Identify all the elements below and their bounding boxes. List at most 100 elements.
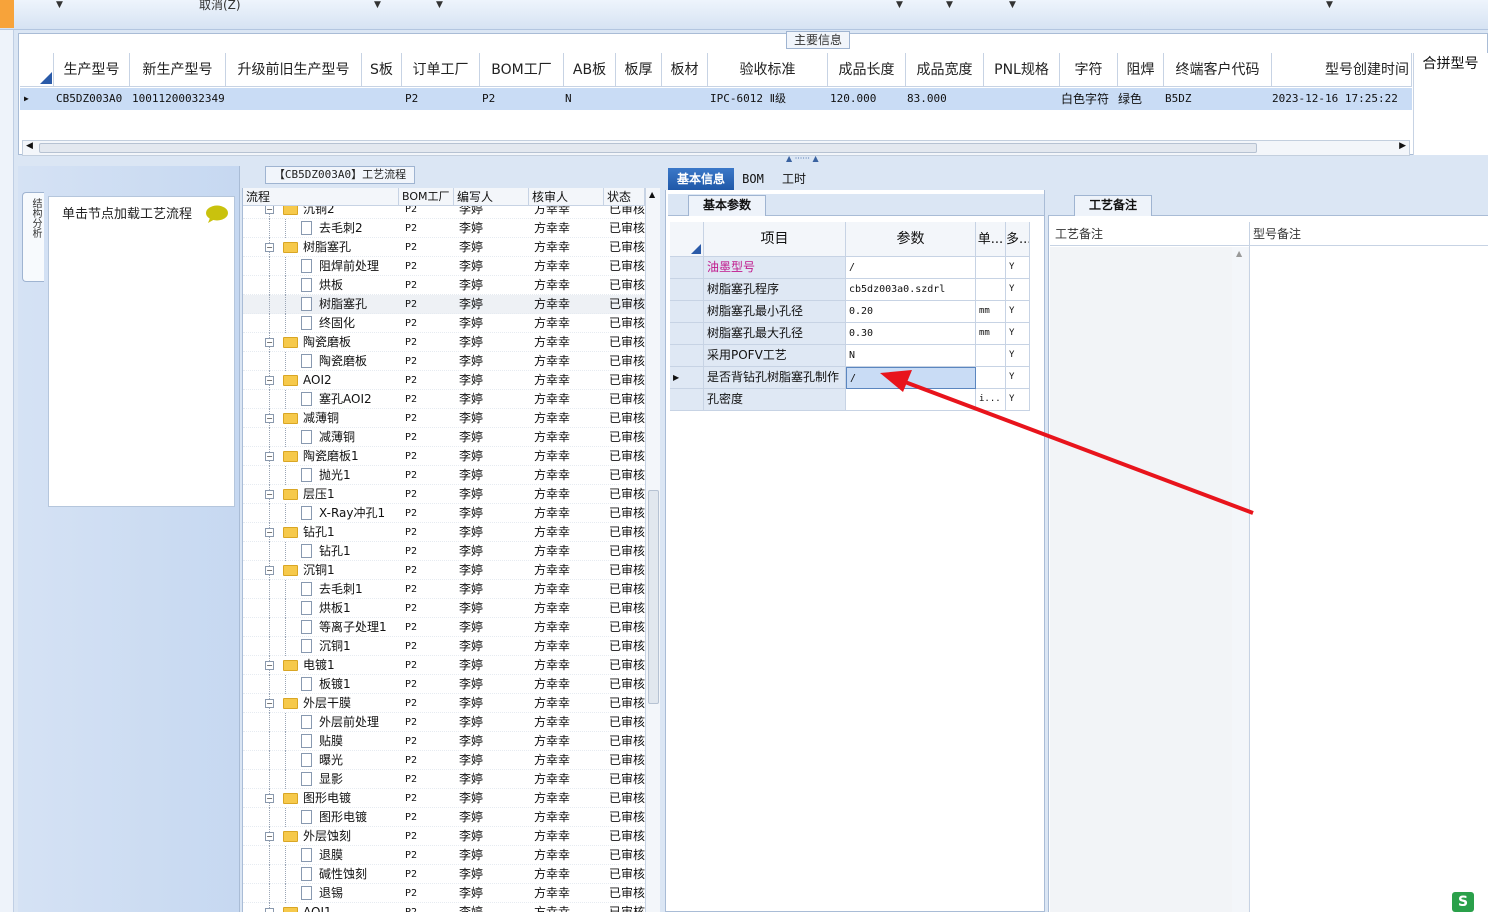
col-header[interactable]: 订单工厂	[402, 53, 480, 87]
param-row[interactable]: 孔密度 i... Y	[670, 389, 1042, 411]
tree-row[interactable]: 等离子处理1 P2 李婷 方幸幸 已审核	[243, 618, 645, 637]
col-header[interactable]: 单...	[976, 222, 1006, 257]
param-value-input[interactable]: /	[846, 257, 976, 279]
tree-node-label[interactable]: 贴膜	[319, 732, 343, 751]
tree-node-label[interactable]: 等离子处理1	[319, 618, 387, 637]
tree-node-label[interactable]: 陶瓷磨板	[319, 352, 367, 371]
tree-row[interactable]: 树脂塞孔 P2 李婷 方幸幸 已审核	[243, 295, 645, 314]
tree-node-label[interactable]: 曝光	[319, 751, 343, 770]
collapse-up-icon[interactable]: ▲ ······ ▲	[786, 154, 819, 163]
tree-row[interactable]: 塞孔AOI2 P2 李婷 方幸幸 已审核	[243, 390, 645, 409]
tree-node-label[interactable]: 图形电镀	[303, 789, 351, 808]
dropdown-arrow-icon[interactable]: ▼	[374, 0, 381, 10]
tree-node-label[interactable]: 外层蚀刻	[303, 827, 351, 846]
tree-row[interactable]: − AOI2 P2 李婷 方幸幸 已审核	[243, 371, 645, 390]
tree-row[interactable]: 阻焊前处理 P2 李婷 方幸幸 已审核	[243, 257, 645, 276]
tree-node-label[interactable]: 去毛刺1	[319, 580, 363, 599]
tree-row[interactable]: 烘板1 P2 李婷 方幸幸 已审核	[243, 599, 645, 618]
tree-row[interactable]: − 沉铜1 P2 李婷 方幸幸 已审核	[243, 561, 645, 580]
tree-row[interactable]: − 减薄铜 P2 李婷 方幸幸 已审核	[243, 409, 645, 428]
tree-node-label[interactable]: 外层前处理	[319, 713, 379, 732]
tree-row[interactable]: − 层压1 P2 李婷 方幸幸 已审核	[243, 485, 645, 504]
tree-row[interactable]: − 树脂塞孔 P2 李婷 方幸幸 已审核	[243, 238, 645, 257]
param-value-input[interactable]	[846, 389, 976, 411]
scroll-thumb[interactable]	[39, 143, 1257, 153]
tree-row[interactable]: 退锡 P2 李婷 方幸幸 已审核	[243, 884, 645, 903]
tree-row[interactable]: − 钻孔1 P2 李婷 方幸幸 已审核	[243, 523, 645, 542]
tree-node-label[interactable]: 烘板1	[319, 599, 351, 618]
collapse-toggle-icon[interactable]: −	[265, 490, 274, 499]
tree-row[interactable]: − 外层干膜 P2 李婷 方幸幸 已审核	[243, 694, 645, 713]
tree-node-label[interactable]: 塞孔AOI2	[319, 390, 372, 409]
dropdown-arrow-icon[interactable]: ▼	[946, 0, 953, 10]
scroll-thumb[interactable]	[648, 490, 659, 704]
col-header[interactable]: 新生产型号	[130, 53, 226, 87]
tab-basic-info[interactable]: 基本信息	[668, 168, 734, 190]
tree-row[interactable]: 去毛刺1 P2 李婷 方幸幸 已审核	[243, 580, 645, 599]
tree-node-label[interactable]: 减薄铜	[319, 428, 355, 447]
col-header[interactable]: 成品宽度	[906, 53, 984, 87]
col-header[interactable]: 项目	[704, 222, 846, 257]
tree-node-label[interactable]: 树脂塞孔	[319, 295, 367, 314]
tree-node-label[interactable]: 减薄铜	[303, 409, 339, 428]
tree-row[interactable]: − 沉铜2 P2 李婷 方幸幸 已审核	[243, 206, 645, 219]
collapse-toggle-icon[interactable]: −	[265, 794, 274, 803]
col-header[interactable]: 编写人	[454, 188, 529, 206]
tree-node-label[interactable]: AOI2	[303, 371, 332, 390]
collapse-toggle-icon[interactable]: −	[265, 338, 274, 347]
scroll-up-icon[interactable]: ▲	[649, 190, 655, 199]
col-header[interactable]: BOM工厂	[480, 53, 564, 87]
dropdown-arrow-icon[interactable]: ▼	[1009, 0, 1016, 10]
param-row[interactable]: 树脂塞孔程序 cb5dz003a0.szdrl Y	[670, 279, 1042, 301]
tree-node-label[interactable]: 阻焊前处理	[319, 257, 379, 276]
tree-row[interactable]: 贴膜 P2 李婷 方幸幸 已审核	[243, 732, 645, 751]
tree-node-label[interactable]: 电镀1	[303, 656, 335, 675]
scroll-left-icon[interactable]: ◀	[26, 141, 33, 151]
col-header[interactable]: PNL规格	[984, 53, 1060, 87]
tab-hours[interactable]: 工时	[776, 168, 812, 190]
table-row[interactable]: ▶ CB5DZ003A0 10011200032349 P2 P2 N IPC-…	[20, 88, 1412, 110]
col-header[interactable]: 升级前旧生产型号	[226, 53, 362, 87]
tree-row[interactable]: − 外层蚀刻 P2 李婷 方幸幸 已审核	[243, 827, 645, 846]
col-header[interactable]: S板	[362, 53, 402, 87]
dropdown-arrow-icon[interactable]: ▼	[436, 0, 443, 10]
tree-row[interactable]: 陶瓷磨板 P2 李婷 方幸幸 已审核	[243, 352, 645, 371]
col-header[interactable]: AB板	[564, 53, 616, 87]
cell-new-model[interactable]: 10011200032349	[132, 88, 225, 110]
col-header[interactable]: 状态	[604, 188, 645, 206]
tree-row[interactable]: 减薄铜 P2 李婷 方幸幸 已审核	[243, 428, 645, 447]
tree-node-label[interactable]: 外层干膜	[303, 694, 351, 713]
tree-node-label[interactable]: 终固化	[319, 314, 355, 333]
tree-row[interactable]: 曝光 P2 李婷 方幸幸 已审核	[243, 751, 645, 770]
param-row[interactable]: 树脂塞孔最小孔径 0.20 mm Y	[670, 301, 1042, 323]
scroll-right-icon[interactable]: ▶	[1399, 141, 1406, 151]
tree-node-label[interactable]: 钻孔1	[319, 542, 351, 561]
collapse-toggle-icon[interactable]: −	[265, 832, 274, 841]
dropdown-arrow-icon[interactable]: ▼	[896, 0, 903, 10]
param-value-input[interactable]: /	[846, 367, 976, 389]
tree-node-label[interactable]: 碱性蚀刻	[319, 865, 367, 884]
param-row[interactable]: 树脂塞孔最大孔径 0.30 mm Y	[670, 323, 1042, 345]
cell-length[interactable]: 120.000	[830, 88, 876, 110]
cell-customer-code[interactable]: B5DZ	[1165, 88, 1192, 110]
cell-solder-mask[interactable]: 绿色	[1118, 88, 1142, 110]
collapse-toggle-icon[interactable]: −	[265, 376, 274, 385]
param-value-input[interactable]: 0.30	[846, 323, 976, 345]
tree-node-label[interactable]: 退锡	[319, 884, 343, 903]
collapse-toggle-icon[interactable]: −	[265, 566, 274, 575]
collapse-toggle-icon[interactable]: −	[265, 206, 274, 214]
col-header[interactable]: 合拼型号	[1413, 53, 1488, 75]
cell-acceptance[interactable]: IPC-6012 Ⅱ级	[710, 88, 786, 110]
param-value-input[interactable]: 0.20	[846, 301, 976, 323]
process-remarks-textarea[interactable]	[1050, 247, 1249, 912]
tab-bom[interactable]: BOM	[738, 168, 768, 190]
cell-silkscreen[interactable]: 白色字符	[1061, 88, 1109, 110]
dropdown-arrow-icon[interactable]: ▼	[56, 0, 63, 10]
tree-node-label[interactable]: 显影	[319, 770, 343, 789]
tray-app-icon[interactable]: S	[1452, 892, 1474, 912]
col-header[interactable]: BOM工厂	[399, 188, 454, 206]
tree-row[interactable]: − 电镀1 P2 李婷 方幸幸 已审核	[243, 656, 645, 675]
panel-splitter[interactable]: ▲ ······ ▲	[18, 154, 1488, 165]
collapse-toggle-icon[interactable]: −	[265, 452, 274, 461]
tab-basic-params[interactable]: 基本参数	[688, 195, 766, 216]
